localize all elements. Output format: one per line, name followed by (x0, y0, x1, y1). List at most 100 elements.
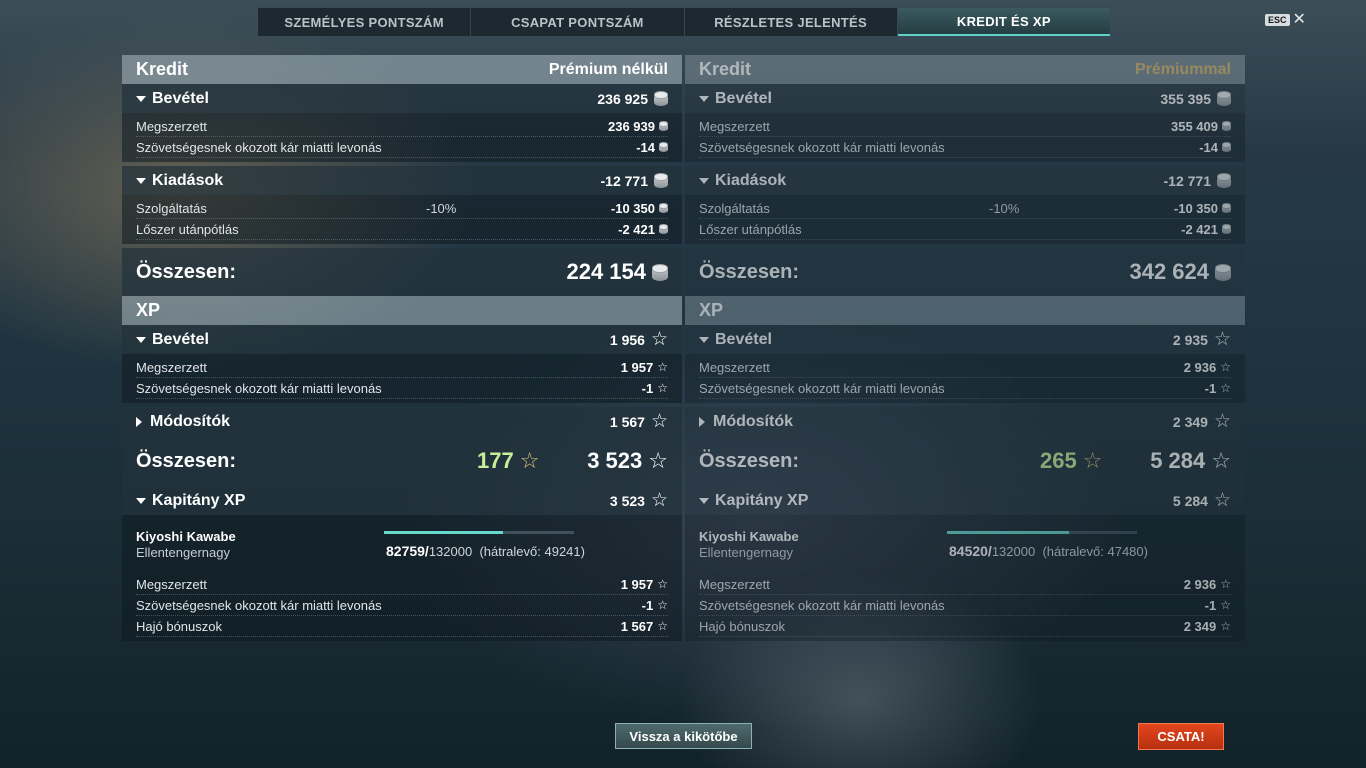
xp-total-value: 5 284 (1150, 448, 1206, 473)
tab-team-score[interactable]: CSAPAT PONTSZÁM (471, 8, 685, 36)
collapse-triangle-icon (699, 177, 709, 184)
back-to-port-button[interactable]: Vissza a kikötőbe (615, 723, 752, 749)
xp-star-icon: ☆ (1213, 490, 1231, 511)
credit-expenses-section[interactable]: Kiadások -12 771 (685, 166, 1245, 195)
tab-detailed-report[interactable]: RÉSZLETES JELENTÉS (685, 8, 898, 36)
detail-row: Megszerzett 1 957 ☆ (136, 357, 668, 378)
bonus-xp-star-icon: ☆ (519, 448, 540, 473)
collapse-triangle-icon (699, 95, 709, 102)
xp-star-icon: ☆ (650, 411, 668, 432)
bonus-xp-value: 265 (1040, 448, 1077, 473)
detail-value: 1 567 (620, 618, 654, 634)
detail-value: -14 (1199, 139, 1218, 155)
detail-label: Hajó bónuszok (699, 618, 785, 634)
captain-progress-fill (947, 531, 1069, 534)
detail-row: Lőszer utánpótlás -2 421 (136, 219, 668, 240)
captain-progress-bar (384, 531, 574, 534)
xp-total-row: Összesen: 265 ☆ 5 284 ☆ (685, 436, 1245, 486)
bonus-xp-value: 177 (477, 448, 514, 473)
xp-star-icon: ☆ (657, 619, 668, 633)
tab-personal-score[interactable]: SZEMÉLYES PONTSZÁM (258, 8, 472, 36)
captain-xp-section[interactable]: Kapitány XP 5 284 ☆ (685, 486, 1245, 515)
credit-coin-icon (1222, 224, 1231, 234)
section-label: Bevétel (152, 89, 209, 107)
credit-coin-icon (1222, 121, 1231, 131)
service-discount: -10% (426, 200, 457, 216)
section-label: Módosítók (150, 412, 230, 430)
detail-value: -2 421 (618, 221, 655, 237)
total-label: Összesen: (699, 449, 800, 472)
xp-income-section[interactable]: Bevétel 1 956 ☆ (122, 325, 682, 354)
credit-income-section[interactable]: Bevétel 355 395 (685, 84, 1245, 113)
modifiers-section[interactable]: Módosítók 2 349 ☆ (685, 407, 1245, 436)
bonus-xp-star-icon: ☆ (1082, 448, 1103, 473)
captain-progress-text: 84520/132000 (hátralevő: 47480) (949, 543, 1148, 559)
section-value: 1 956 (609, 331, 645, 348)
credit-header: Kredit Prémiummal (685, 55, 1245, 84)
modifiers-section[interactable]: Módosítók 1 567 ☆ (122, 407, 682, 436)
credit-header: Kredit Prémium nélkül (122, 55, 682, 84)
close-button[interactable]: ESC ✕ (1265, 12, 1306, 28)
detail-row: Szövetségesnek okozott kár miatti levoná… (136, 378, 668, 399)
xp-header: XP (685, 296, 1245, 325)
detail-row: Megszerzett 2 936 ☆ (699, 574, 1231, 595)
detail-value: -14 (636, 139, 655, 155)
xp-star-icon: ☆ (648, 448, 668, 473)
xp-income-details: Megszerzett 2 936 ☆ Szövetségesnek okozott… (685, 354, 1245, 403)
detail-value: 2 936 (1183, 359, 1217, 375)
detail-label: Szövetségesnek okozott kár miatti levoná… (136, 597, 382, 613)
detail-row: Szövetségesnek okozott kár miatti levoná… (136, 137, 668, 158)
xp-star-icon: ☆ (1213, 411, 1231, 432)
captain-xp-section[interactable]: Kapitány XP 3 523 ☆ (122, 486, 682, 515)
detail-label: Megszerzett (699, 359, 770, 375)
credit-coin-icon (1215, 263, 1231, 281)
detail-label: Szövetségesnek okozott kár miatti levoná… (699, 380, 945, 396)
credit-total-value: 224 154 (566, 259, 646, 284)
detail-label: Megszerzett (699, 118, 770, 134)
xp-star-icon: ☆ (650, 329, 668, 350)
detail-label: Megszerzett (136, 359, 207, 375)
detail-row: Szövetségesnek okozott kár miatti levoná… (136, 595, 668, 616)
detail-value: -2 421 (1181, 221, 1218, 237)
progress-remaining: (hátralevő: 49241) (479, 544, 585, 559)
detail-value: 236 939 (608, 118, 655, 134)
xp-income-section[interactable]: Bevétel 2 935 ☆ (685, 325, 1245, 354)
detail-value: -1 (641, 597, 654, 613)
detail-label: Megszerzett (136, 576, 207, 592)
xp-star-icon: ☆ (657, 381, 668, 395)
account-type-label: Prémiummal (1134, 60, 1231, 78)
section-value: -12 771 (1163, 172, 1211, 189)
progress-max: 132000 (991, 544, 1036, 559)
detail-label: Megszerzett (136, 118, 207, 134)
captain-progress-fill (384, 531, 504, 534)
collapse-triangle-icon (136, 336, 146, 343)
detail-row: Szövetségesnek okozott kár miatti levoná… (699, 378, 1231, 399)
credit-coin-icon (1222, 203, 1231, 213)
xp-total-value: 3 523 (587, 448, 643, 473)
credit-expenses-section[interactable]: Kiadások -12 771 (122, 166, 682, 195)
credit-coin-icon (659, 142, 668, 152)
credit-coin-icon (659, 224, 668, 234)
detail-label: Hajó bónuszok (136, 618, 222, 634)
total-label: Összesen: (136, 449, 237, 472)
section-label: Bevétel (715, 330, 772, 348)
credit-total-value: 342 624 (1129, 259, 1209, 284)
detail-row: Szolgáltatás -10% -10 350 (136, 198, 668, 219)
detail-row: Lőszer utánpótlás -2 421 (699, 219, 1231, 240)
results-tabs: SZEMÉLYES PONTSZÁM CSAPAT PONTSZÁM RÉSZL… (257, 7, 1111, 37)
progress-max: 132000 (428, 544, 473, 559)
tab-credits-and-xp[interactable]: KREDIT ÉS XP (897, 8, 1110, 36)
detail-row: Hajó bónuszok 2 349 ☆ (699, 616, 1231, 637)
battle-button[interactable]: CSATA! (1138, 723, 1224, 750)
xp-star-icon: ☆ (657, 577, 668, 591)
total-label: Összesen: (699, 260, 800, 283)
credit-expenses-details: Szolgáltatás -10% -10 350 Lőszer utánpótlá… (685, 195, 1245, 244)
credit-coin-icon (654, 173, 668, 188)
detail-value: -10 350 (610, 200, 655, 216)
detail-row: Megszerzett 355 409 (699, 116, 1231, 137)
section-label: Kiadások (715, 171, 787, 189)
xp-star-icon: ☆ (657, 360, 668, 374)
credit-income-section[interactable]: Bevétel 236 925 (122, 84, 682, 113)
section-value: 236 925 (597, 90, 648, 107)
section-value: 355 395 (1160, 90, 1211, 107)
